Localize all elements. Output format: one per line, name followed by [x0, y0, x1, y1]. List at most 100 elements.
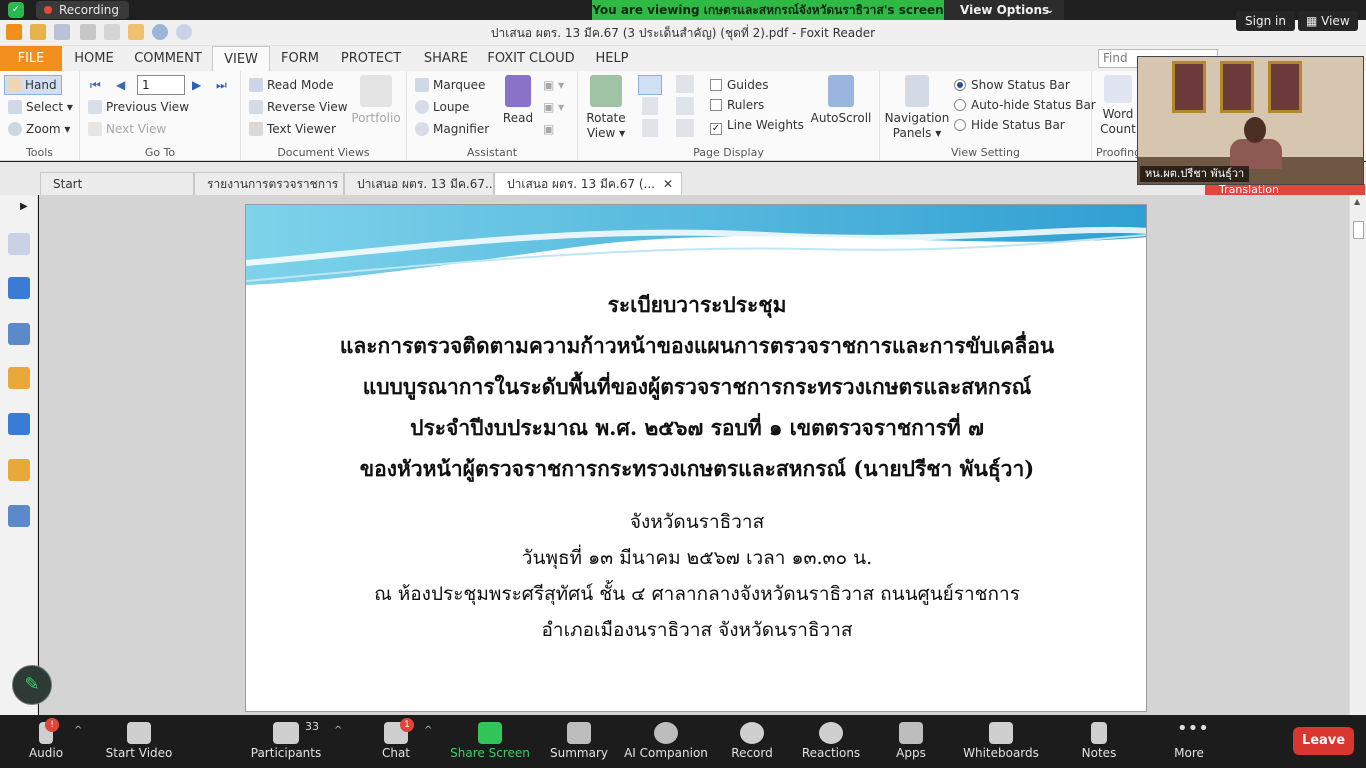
audio-button[interactable]: ! Audio — [18, 715, 74, 768]
speaker-icon — [505, 75, 531, 107]
tab-home[interactable]: HOME — [66, 46, 122, 71]
comments-icon[interactable] — [8, 367, 30, 389]
close-icon[interactable]: ✕ — [663, 173, 673, 195]
scroll-thumb[interactable] — [1353, 221, 1364, 239]
more-button[interactable]: ••• More — [1164, 715, 1214, 768]
hide-status-bar-radio[interactable]: Hide Status Bar — [954, 115, 1065, 135]
read-mode-button[interactable]: Read Mode — [249, 75, 334, 95]
chat-button[interactable]: 1 Chat — [374, 715, 418, 768]
read-aloud-button[interactable]: Read — [499, 75, 537, 126]
continuous-layout-icon[interactable] — [642, 97, 658, 115]
portrait-frame-3 — [1268, 61, 1302, 113]
select-tool-button[interactable]: Select ▾ — [8, 97, 73, 117]
word-count-button[interactable]: Word Count — [1098, 75, 1138, 137]
record-button[interactable]: Record — [724, 715, 780, 768]
rotate-view-button[interactable]: Rotate View ▾ — [582, 75, 630, 141]
portfolio-button[interactable]: Portfolio — [351, 75, 401, 126]
notes-label: Notes — [1081, 746, 1117, 760]
security-shield-icon[interactable]: ✓ — [8, 2, 24, 18]
participants-button[interactable]: 33 Participants — [246, 715, 326, 768]
previous-page-icon[interactable]: ◀ — [116, 75, 125, 95]
pages-icon[interactable] — [8, 277, 30, 299]
previous-view-button[interactable]: Previous View — [88, 97, 189, 117]
tab-comment[interactable]: COMMENT — [128, 46, 208, 71]
vertical-scrollbar[interactable]: ▲ — [1349, 195, 1366, 715]
show-status-bar-radio[interactable]: Show Status Bar — [954, 75, 1070, 95]
two-page-layout-icon[interactable] — [676, 75, 694, 93]
tab-file[interactable]: FILE — [0, 46, 62, 71]
sign-in-button[interactable]: Sign in — [1236, 11, 1295, 31]
pdf-page: ระเบียบวาระประชุม และการตรวจติดตามความก้… — [245, 204, 1147, 712]
autoscroll-button[interactable]: AutoScroll — [810, 75, 872, 126]
signature-icon[interactable] — [8, 505, 30, 527]
layers-icon[interactable] — [8, 323, 30, 345]
microphone-icon: ! — [39, 718, 59, 744]
tab-protect[interactable]: PROTECT — [334, 46, 408, 71]
tab-help[interactable]: HELP — [588, 46, 636, 71]
text-viewer-button[interactable]: Text Viewer — [249, 119, 336, 139]
doc-tab-start[interactable]: Start — [40, 172, 194, 195]
line-weights-checkbox[interactable]: ✓ Line Weights — [710, 115, 804, 135]
recording-indicator[interactable]: Recording — [36, 1, 130, 19]
doc-tab-presentation-active[interactable]: ปาเสนอ ผตร. 13 มีค.67 (... ✕ — [494, 172, 682, 195]
read-option-icon-1[interactable]: ▣ ▾ — [543, 75, 564, 95]
scroll-up-icon[interactable]: ▲ — [1354, 197, 1360, 206]
attachment-icon[interactable] — [8, 413, 30, 435]
tab-foxit-cloud[interactable]: FOXIT CLOUD — [484, 46, 578, 71]
participants-caret-icon[interactable]: ^ — [334, 725, 342, 736]
expand-pane-icon[interactable]: ▶ — [20, 201, 30, 215]
tab-form[interactable]: FORM — [272, 46, 328, 71]
notes-button[interactable]: Notes — [1074, 715, 1124, 768]
autoscroll-label: AutoScroll — [810, 111, 872, 125]
share-screen-label: Share Screen — [450, 746, 530, 760]
chat-caret-icon[interactable]: ^ — [424, 725, 432, 736]
participant-video-tile[interactable]: หน.ผต.ปรีชา พันธุ์วา — [1137, 56, 1364, 185]
start-video-button[interactable]: Start Video — [100, 715, 178, 768]
ai-companion-button[interactable]: AI Companion — [620, 715, 712, 768]
cover-page-icon[interactable] — [676, 119, 694, 137]
auto-hide-status-bar-radio[interactable]: Auto-hide Status Bar — [954, 95, 1096, 115]
whiteboards-button[interactable]: Whiteboards — [960, 715, 1042, 768]
summary-button[interactable]: Summary — [548, 715, 610, 768]
doc-tab-report[interactable]: รายงานการตรวจราชการ ... — [194, 172, 344, 195]
reverse-view-button[interactable]: Reverse View — [249, 97, 348, 117]
hand-tool-button[interactable]: Hand — [4, 75, 62, 95]
apps-button[interactable]: Apps — [884, 715, 938, 768]
group-goto: ⏮ ◀ 1 ▶ ⏭ Previous View Next View Go To — [80, 71, 241, 161]
ai-companion-label: AI Companion — [624, 746, 708, 760]
facing-continuous-icon[interactable] — [676, 97, 694, 115]
security-lock-icon[interactable] — [8, 459, 30, 481]
share-screen-button[interactable]: Share Screen — [450, 715, 530, 768]
marquee-button[interactable]: Marquee — [415, 75, 485, 95]
annotate-pencil-icon[interactable]: ✎ — [12, 665, 52, 705]
document-viewport[interactable]: ระเบียบวาระประชุม และการตรวจติดตามความก้… — [39, 195, 1349, 715]
rulers-checkbox[interactable]: Rulers — [710, 95, 764, 115]
next-view-button[interactable]: Next View — [88, 119, 166, 139]
tab-view[interactable]: VIEW — [212, 46, 270, 71]
view-options-button[interactable]: View Options ⌄ — [944, 0, 1064, 21]
magnifier-button[interactable]: Magnifier — [415, 119, 489, 139]
view-button[interactable]: ▦ View — [1298, 11, 1358, 31]
leave-meeting-button[interactable]: Leave — [1293, 727, 1354, 755]
guides-checkbox[interactable]: Guides — [710, 75, 769, 95]
reactions-button[interactable]: Reactions — [796, 715, 866, 768]
audio-options-caret-icon[interactable]: ^ — [74, 725, 82, 736]
recording-dot-icon — [44, 6, 52, 14]
last-page-icon[interactable]: ⏭ — [216, 75, 227, 95]
zoom-tool-button[interactable]: Zoom ▾ — [8, 119, 70, 139]
agenda-title: ระเบียบวาระประชุม — [607, 292, 787, 317]
page-number-input[interactable]: 1 — [137, 75, 185, 95]
doc-tab-presentation-1[interactable]: ปาเสนอ ผตร. 13 มีค.67... — [344, 172, 494, 195]
single-page-layout-icon[interactable] — [638, 75, 662, 95]
read-option-icon-3[interactable]: ▣ — [543, 119, 554, 139]
portfolio-label: Portfolio — [351, 111, 401, 125]
read-option-icon-2[interactable]: ▣ ▾ — [543, 97, 564, 117]
bookmark-icon[interactable] — [8, 233, 30, 255]
foxit-title-bar: ปาเสนอ ผตร. 13 มีค.67 (3 ประเด็นสำคัญ) (… — [0, 20, 1366, 46]
split-view-icon[interactable] — [642, 119, 658, 137]
first-page-icon[interactable]: ⏮ — [90, 75, 101, 95]
loupe-button[interactable]: Loupe — [415, 97, 469, 117]
navigation-panels-button[interactable]: Navigation Panels ▾ — [884, 75, 950, 141]
next-page-icon[interactable]: ▶ — [192, 75, 201, 95]
tab-share[interactable]: SHARE — [418, 46, 474, 71]
